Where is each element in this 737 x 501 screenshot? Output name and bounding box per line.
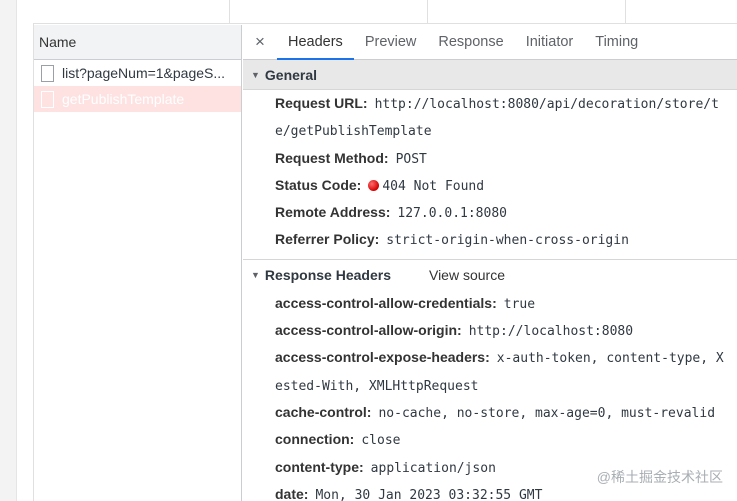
header-value: x-auth-token, content-type, X — [496, 351, 724, 367]
tab-headers[interactable]: Headers — [277, 25, 354, 60]
header-row: Remote Address: 127.0.0.1:8080 — [243, 199, 737, 226]
header-row: Request URL: http://localhost:8080/api/de… — [243, 90, 737, 117]
header-value: strict-origin-when-cross-origin — [386, 233, 629, 249]
section-title: General — [264, 66, 318, 83]
header-value: ested-With, XMLHttpRequest — [275, 378, 479, 394]
header-row: Request Method: POST — [243, 145, 737, 172]
header-value: http://localhost:8080 — [468, 324, 634, 340]
header-value: POST — [395, 151, 427, 167]
tab-initiator[interactable]: Initiator — [515, 25, 585, 60]
tab-response[interactable]: Response — [427, 25, 514, 60]
header-key: Referrer Policy: — [275, 231, 380, 248]
general-section-header[interactable]: ▼ General — [243, 60, 737, 90]
header-value: close — [361, 433, 401, 449]
section-title: Response Headers — [264, 266, 391, 283]
status-error-icon — [368, 179, 380, 191]
header-value: Mon, 30 Jan 2023 03:32:55 GMT — [315, 487, 543, 501]
strip-column — [427, 0, 428, 24]
tab-preview[interactable]: Preview — [354, 25, 428, 60]
header-row: access-control-allow-credentials: true — [243, 290, 737, 317]
expand-triangle-icon: ▼ — [251, 69, 260, 80]
request-label: getPublishTemplate — [62, 91, 185, 107]
header-row: cache-control: no-cache, no-store, max-ag… — [243, 399, 737, 426]
header-row: access-control-expose-headers: x-auth-tok… — [243, 344, 737, 371]
header-key: Remote Address: — [275, 204, 391, 221]
close-icon[interactable]: × — [243, 32, 277, 52]
strip-column — [229, 0, 230, 24]
watermark: @稀土掘金技术社区 — [596, 469, 723, 485]
header-key: access-control-allow-origin: — [275, 322, 462, 339]
waterfall-strip — [33, 0, 737, 24]
tab-timing[interactable]: Timing — [584, 25, 649, 60]
request-label: list?pageNum=1&pageS... — [62, 65, 226, 81]
strip-column — [625, 0, 626, 24]
header-value: true — [503, 296, 536, 312]
details-tabbar: × Headers Preview Response Initiator Tim… — [243, 25, 737, 60]
request-row[interactable]: list?pageNum=1&pageS... — [34, 60, 241, 86]
header-row: Referrer Policy: strict-origin-when-cross… — [243, 226, 737, 253]
file-icon — [41, 90, 54, 108]
header-row-continuation: ested-With, XMLHttpRequest — [243, 372, 737, 399]
header-key: Status Code: — [275, 176, 362, 193]
header-value: http://localhost:8080/api/decoration/sto… — [374, 97, 719, 112]
header-row: connection: close — [243, 426, 737, 453]
header-value: e/getPublishTemplate — [275, 124, 432, 140]
header-key: access-control-expose-headers: — [275, 349, 490, 366]
request-name-panel: Name list?pageNum=1&pageS... getPublishT… — [34, 25, 242, 501]
header-key: access-control-allow-credentials: — [275, 294, 497, 311]
left-gutter — [0, 0, 17, 501]
file-icon — [41, 64, 54, 82]
header-value: 404 Not Found — [382, 178, 485, 194]
request-details-panel: × Headers Preview Response Initiator Tim… — [243, 25, 737, 501]
header-key: content-type: — [275, 458, 364, 475]
header-key: connection: — [275, 431, 355, 448]
expand-triangle-icon: ▼ — [251, 269, 260, 280]
header-value: 127.0.0.1:8080 — [397, 206, 507, 222]
header-value: application/json — [370, 460, 496, 476]
response-headers-section-header[interactable]: ▼ Response Headers View source — [243, 260, 737, 290]
header-row: Status Code: 404 Not Found — [243, 172, 737, 199]
header-value: no-cache, no-store, max-age=0, must-reva… — [378, 405, 716, 421]
view-source-link[interactable]: View source — [429, 267, 505, 283]
header-key: date: — [275, 485, 309, 501]
header-row: access-control-allow-origin: http://local… — [243, 317, 737, 344]
header-key: Request URL: — [275, 95, 368, 111]
name-column-header[interactable]: Name — [34, 25, 241, 60]
header-row-continuation: e/getPublishTemplate — [243, 117, 737, 144]
header-key: Request Method: — [275, 149, 389, 166]
request-row-selected[interactable]: getPublishTemplate — [34, 86, 241, 112]
header-key: cache-control: — [275, 403, 372, 420]
